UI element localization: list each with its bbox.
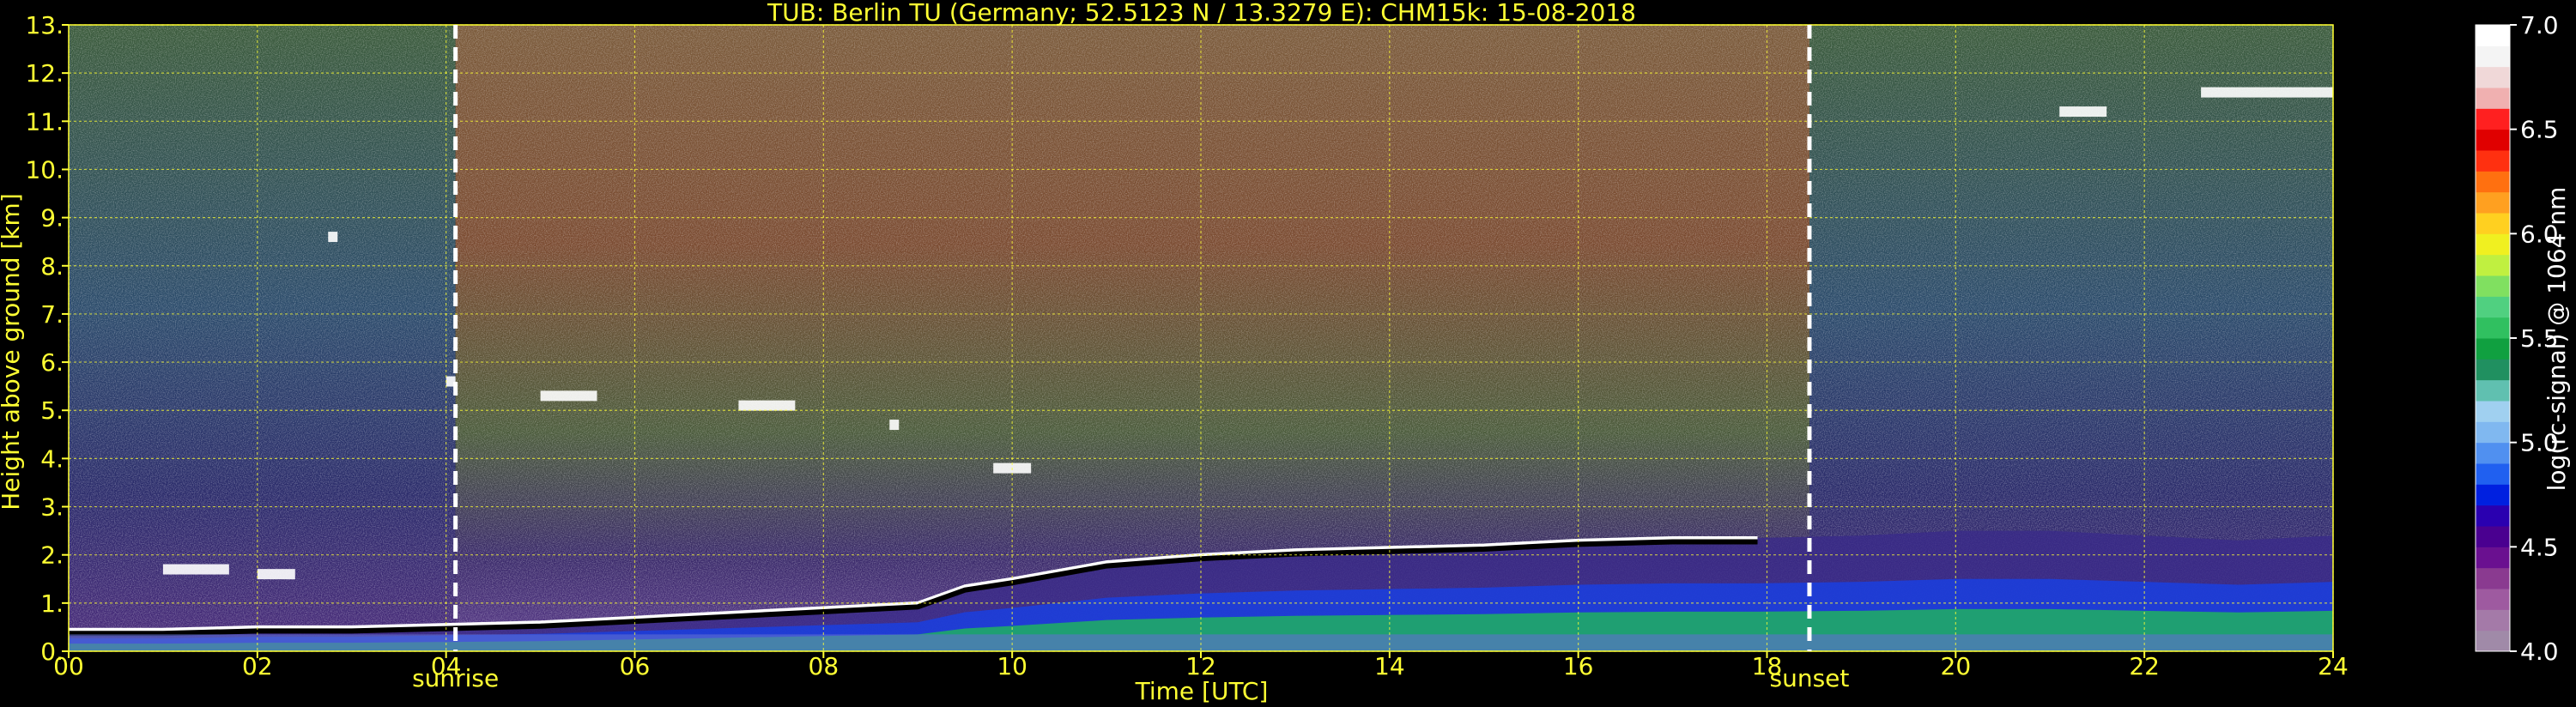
colorbar-swatch-14	[2476, 338, 2510, 360]
y-tick-label: 9.	[40, 204, 64, 233]
y-tick-label: 2.	[40, 541, 64, 570]
cloud-1	[257, 569, 295, 580]
colorbar-tick-label: 7.0	[2520, 11, 2559, 39]
colorbar-swatch-5	[2476, 526, 2510, 547]
colorbar-swatch-13	[2476, 359, 2510, 381]
colorbar-tick-label: 6.5	[2520, 116, 2559, 144]
colorbar-swatch-3	[2476, 567, 2510, 589]
colorbar-swatch-21	[2476, 191, 2510, 214]
y-tick-label: 1.	[40, 589, 64, 618]
colorbar-label: log(rc-signal) @ 1064 nm	[2543, 187, 2571, 492]
colorbar-swatch-26	[2476, 88, 2510, 109]
colorbar-tick-label: 4.0	[2520, 638, 2559, 666]
cloud-5	[738, 400, 796, 411]
x-tick-label: 20	[1941, 652, 1972, 680]
colorbar-swatch-0	[2476, 630, 2510, 652]
x-tick-label: 04	[431, 652, 462, 680]
y-tick-label: 12.	[25, 59, 64, 88]
colorbar-swatch-20	[2476, 213, 2510, 234]
colorbar-swatch-23	[2476, 150, 2510, 172]
x-axis-label: Time [UTC]	[1135, 677, 1269, 705]
cloud-9	[2201, 87, 2333, 98]
chart-title: TUB: Berlin TU (Germany; 52.5123 N / 13.…	[767, 0, 1636, 27]
x-tick-label: 14	[1374, 652, 1405, 680]
colorbar-swatch-27	[2476, 66, 2510, 88]
cloud-4	[540, 390, 597, 402]
y-tick-label: 10.	[25, 155, 64, 184]
y-tick-label: 4.	[40, 444, 64, 473]
colorbar-tick-label: 4.5	[2520, 533, 2559, 561]
x-tick-label: 02	[242, 652, 273, 680]
colorbar-swatch-25	[2476, 108, 2510, 130]
colorbar-swatch-4	[2476, 547, 2510, 569]
cloud-0	[162, 564, 229, 575]
y-tick-label: 3.	[40, 493, 64, 522]
y-tick-label: 11.	[25, 107, 64, 136]
colorbar-swatch-24	[2476, 129, 2510, 151]
colorbar-swatch-1	[2476, 609, 2510, 631]
colorbar-swatch-16	[2476, 296, 2510, 318]
colorbar-swatch-7	[2476, 484, 2510, 506]
colorbar-swatch-29	[2476, 25, 2510, 46]
y-axis-label: Height above ground [km]	[0, 193, 25, 511]
y-tick-label: 6.	[40, 348, 64, 377]
cloud-6	[889, 420, 900, 431]
cloud-8	[2059, 106, 2107, 118]
colorbar-swatch-18	[2476, 254, 2510, 276]
cloud-2	[328, 232, 338, 243]
colorbar-swatch-15	[2476, 317, 2510, 339]
colorbar-swatch-11	[2476, 401, 2510, 422]
colorbar-swatch-2	[2476, 589, 2510, 610]
colorbar-swatch-8	[2476, 463, 2510, 485]
colorbar-swatch-10	[2476, 421, 2510, 444]
colorbar-swatch-19	[2476, 233, 2510, 256]
x-tick-label: 08	[809, 652, 839, 680]
y-tick-label: 7.	[40, 300, 64, 329]
x-tick-label: 18	[1752, 652, 1783, 680]
y-tick-label: 13.	[25, 11, 64, 39]
colorbar-swatch-17	[2476, 275, 2510, 297]
colorbar-swatch-12	[2476, 379, 2510, 402]
x-tick-label: 24	[2318, 652, 2349, 680]
x-tick-label: 16	[1563, 652, 1594, 680]
x-tick-label: 22	[2129, 652, 2160, 680]
colorbar-swatch-28	[2476, 45, 2510, 68]
y-tick-label: 8.	[40, 252, 64, 281]
y-tick-label: 0.	[40, 638, 64, 666]
x-tick-label: 06	[620, 652, 651, 680]
x-tick-label: 10	[997, 652, 1027, 680]
colorbar-swatch-9	[2476, 442, 2510, 464]
y-tick-label: 5.	[40, 396, 64, 425]
ceilometer-chart: sunrise sunset00 02 04 06 08 10 12 14 16 18 20 22 240…	[0, 0, 2571, 705]
colorbar-swatch-6	[2476, 505, 2510, 527]
colorbar-swatch-22	[2476, 171, 2510, 193]
